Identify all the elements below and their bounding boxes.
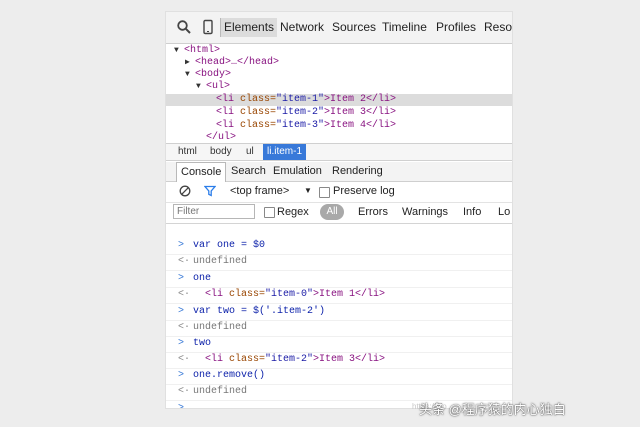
console-input-line: > var two = $('.item-2') xyxy=(166,304,512,321)
level-all-button[interactable]: All xyxy=(320,204,344,220)
breadcrumb-ul[interactable]: ul xyxy=(242,144,258,160)
console-output: > var one = $0 <· undefined > one <· <li… xyxy=(166,224,512,408)
chevron-down-icon[interactable]: ▼ xyxy=(304,186,312,195)
console-input-line: > var one = $0 xyxy=(166,238,512,255)
dom-node-li[interactable]: <li class="item-2">Item 3</li> xyxy=(166,107,512,119)
tab-console[interactable]: Console xyxy=(176,162,227,182)
dom-node-html[interactable]: ▼ <html> xyxy=(166,45,512,57)
console-input-line: > one xyxy=(166,271,512,288)
console-result-line: <· undefined xyxy=(166,320,512,337)
result-arrow-icon: <· xyxy=(178,289,191,300)
breadcrumb-html[interactable]: html xyxy=(174,144,201,160)
console-filter-bar: Regex All Errors Warnings Info Lo xyxy=(166,202,512,224)
device-mode-icon[interactable] xyxy=(200,19,216,35)
console-result-line[interactable]: <· <li class="item-0">Item 1</li> xyxy=(166,287,512,304)
tab-emulation[interactable]: Emulation xyxy=(269,162,326,181)
console-input-line: > one.remove() xyxy=(166,368,512,385)
tab-network[interactable]: Network xyxy=(280,20,324,34)
breadcrumb-li[interactable]: li.item-1 xyxy=(263,144,307,160)
console-toolbar: <top frame> ▼ Preserve log xyxy=(166,182,512,203)
level-info[interactable]: Info xyxy=(463,206,481,218)
level-logs[interactable]: Lo xyxy=(498,206,510,218)
result-arrow-icon: <· xyxy=(178,386,191,397)
input-prompt-icon: > xyxy=(178,273,185,284)
tab-timeline[interactable]: Timeline xyxy=(382,20,427,34)
result-arrow-icon: <· xyxy=(178,322,191,333)
expand-triangle-icon[interactable]: ▼ xyxy=(174,45,179,57)
devtools-tab-bar: Elements Network Sources Timeline Profil… xyxy=(166,12,512,44)
tab-search[interactable]: Search xyxy=(227,162,270,181)
console-result-line[interactable]: <· <li class="item-2">Item 3</li> xyxy=(166,352,512,369)
input-prompt-icon: > xyxy=(178,338,185,349)
dom-node-ul[interactable]: ▼ <ul> xyxy=(166,81,512,93)
search-icon[interactable] xyxy=(176,19,192,35)
dom-tree: ▼ <html> ▶ <head>…</head> ▼ <body> ▼ <ul… xyxy=(166,44,512,143)
collapse-triangle-icon[interactable]: ▶ xyxy=(185,57,190,69)
input-prompt-icon: > xyxy=(178,306,185,317)
filter-input[interactable] xyxy=(173,204,255,219)
breadcrumb-body[interactable]: body xyxy=(206,144,236,160)
regex-label: Regex xyxy=(277,206,309,218)
tab-sources[interactable]: Sources xyxy=(332,20,376,34)
preserve-log-checkbox[interactable] xyxy=(319,187,330,198)
drawer-tab-bar: Console Search Emulation Rendering xyxy=(166,162,512,182)
result-arrow-icon: <· xyxy=(178,256,191,267)
frame-selector[interactable]: <top frame> xyxy=(230,185,289,197)
expand-triangle-icon[interactable]: ▼ xyxy=(196,81,201,93)
clear-console-icon[interactable] xyxy=(179,185,191,197)
regex-checkbox[interactable] xyxy=(264,207,275,218)
tab-profiles[interactable]: Profiles xyxy=(436,20,476,34)
level-errors[interactable]: Errors xyxy=(358,206,388,218)
expand-triangle-icon[interactable]: ▼ xyxy=(185,69,190,81)
breadcrumb: html body ul li.item-1 xyxy=(166,143,512,161)
dom-node-head[interactable]: ▶ <head>…</head> xyxy=(166,57,512,69)
result-arrow-icon: <· xyxy=(178,354,191,365)
tab-rendering[interactable]: Rendering xyxy=(328,162,387,181)
console-result-line: <· undefined xyxy=(166,254,512,271)
tab-resources[interactable]: Resou xyxy=(484,20,512,34)
filter-icon[interactable] xyxy=(204,185,216,197)
console-input-line: > two xyxy=(166,336,512,353)
preserve-log-label: Preserve log xyxy=(333,185,395,197)
tab-elements[interactable]: Elements xyxy=(220,18,278,37)
devtools-panel: Elements Network Sources Timeline Profil… xyxy=(166,12,512,408)
level-warnings[interactable]: Warnings xyxy=(402,206,448,218)
input-prompt-icon: > xyxy=(178,401,184,408)
dom-node-li-selected[interactable]: <li class="item-1">Item 2</li> xyxy=(166,94,512,106)
input-prompt-icon: > xyxy=(178,370,185,381)
dom-node-li[interactable]: <li class="item-3">Item 4</li> xyxy=(166,120,512,132)
input-prompt-icon: > xyxy=(178,240,185,251)
dom-node-body[interactable]: ▼ <body> xyxy=(166,69,512,81)
watermark: 头条 @程序猿的内心独白 xyxy=(419,402,566,417)
